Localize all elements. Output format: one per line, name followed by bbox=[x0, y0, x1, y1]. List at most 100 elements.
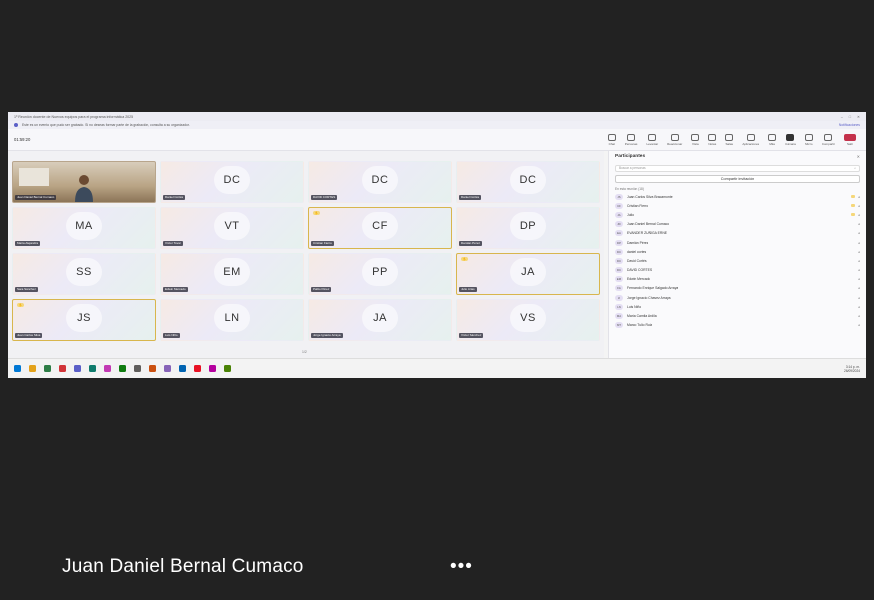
view-icon bbox=[691, 133, 700, 141]
participant-tile[interactable]: CF ✋ Cristian Fierro bbox=[308, 207, 452, 249]
maximize-icon[interactable]: □ bbox=[849, 115, 851, 119]
participant-avatar: JS bbox=[615, 193, 623, 200]
taskbar-app-icon[interactable] bbox=[179, 365, 186, 372]
taskbar-app-icon[interactable] bbox=[164, 365, 171, 372]
participant-tile[interactable]: VT Víctor Tovar bbox=[160, 207, 304, 249]
participant-tile[interactable]: DC Daniel Cortés bbox=[160, 161, 304, 203]
toolbar-button-rooms[interactable]: Salas bbox=[725, 133, 734, 146]
participant-status: ⌀ bbox=[851, 204, 860, 208]
minimize-icon[interactable]: – bbox=[841, 115, 843, 119]
participant-row[interactable]: DP Damián Pérez ⌀ bbox=[615, 238, 860, 247]
toolbar-button-chat[interactable]: Chat bbox=[607, 133, 616, 146]
participant-tile[interactable]: DP Damián Pérez bbox=[456, 207, 600, 249]
participant-status: ⌀ bbox=[858, 250, 860, 254]
participant-name: DAVID CORTES bbox=[627, 268, 653, 273]
participant-row[interactable]: JD Juan Daniel Bernal Cumaco ⌀ bbox=[615, 220, 860, 229]
participants-panel: Participantes ✕ Buscar a personas ⌕ Comp… bbox=[608, 151, 866, 358]
avatar-initials: CF bbox=[362, 212, 398, 240]
participant-tile[interactable]: JA Jorge Ignacio Arraya bbox=[308, 299, 452, 341]
participant-tile[interactable]: JA ✋ Julio Arias bbox=[456, 253, 600, 295]
taskbar-app-icon[interactable] bbox=[149, 365, 156, 372]
raised-hand-icon bbox=[851, 213, 856, 217]
taskbar-app-icon[interactable] bbox=[134, 365, 141, 372]
participant-tile[interactable]: MA María Alejandra bbox=[12, 207, 156, 249]
taskbar-app-icon[interactable] bbox=[194, 365, 201, 372]
page-indicator[interactable]: 1/2 bbox=[302, 350, 307, 354]
toolbar-button-people[interactable]: Personas bbox=[625, 133, 637, 146]
participant-tile[interactable]: SS Sara Sánchez bbox=[12, 253, 156, 295]
participant-row[interactable]: DC daniel cortes ⌀ bbox=[615, 247, 860, 256]
participant-name: Marco Tulio Ruiz bbox=[627, 323, 653, 328]
taskbar-app-icon[interactable] bbox=[104, 365, 111, 372]
participant-row[interactable]: JI Jorge Ignacio Chavez Arraya ⌀ bbox=[615, 293, 860, 302]
toolbar-label: Chat bbox=[608, 141, 615, 146]
participant-row[interactable]: CF Cristian Fierro ⌀ bbox=[615, 201, 860, 210]
participant-status: ⌀ bbox=[851, 195, 860, 199]
avatar-initials: JA bbox=[362, 304, 398, 332]
participant-row[interactable]: LN Luis Niño ⌀ bbox=[615, 302, 860, 311]
taskbar-app-icon[interactable] bbox=[29, 365, 36, 372]
participant-row[interactable]: EA EVANDER ZUÑIGA ERNE ⌀ bbox=[615, 229, 860, 238]
participant-search-input[interactable]: Buscar a personas ⌕ bbox=[615, 165, 860, 172]
toolbar-button-leave[interactable]: Salir bbox=[844, 133, 856, 146]
participant-tile[interactable]: EM Edwin Mercado bbox=[160, 253, 304, 295]
more-options-icon[interactable]: ••• bbox=[450, 556, 473, 578]
toolbar-button-notes[interactable]: Notas bbox=[708, 133, 717, 146]
participant-name: Fernando Enrique Salgado Arraya bbox=[627, 286, 679, 291]
taskbar-app-icon[interactable] bbox=[44, 365, 51, 372]
participant-name: David Cortés bbox=[627, 258, 647, 263]
toolbar-label: Reaccionar bbox=[667, 141, 683, 146]
toolbar-button-share[interactable]: Compartir bbox=[822, 133, 835, 146]
taskbar-app-icon[interactable] bbox=[89, 365, 96, 372]
participant-tile[interactable]: LN Luis Niño bbox=[160, 299, 304, 341]
taskbar-app-icon[interactable] bbox=[59, 365, 66, 372]
taskbar-app-icon[interactable] bbox=[224, 365, 231, 372]
taskbar-app-icon[interactable] bbox=[74, 365, 81, 372]
toolbar-button-hand[interactable]: Levantar bbox=[646, 133, 658, 146]
toolbar-button-more[interactable]: Más bbox=[768, 133, 777, 146]
toolbar-label: Aplicaciones bbox=[742, 141, 760, 146]
toolbar-button-mic[interactable]: Micro bbox=[804, 133, 813, 146]
participant-row[interactable]: DC David Cortés ⌀ bbox=[615, 256, 860, 265]
toolbar-button-camera[interactable]: Cámara bbox=[785, 133, 796, 146]
mic-icon bbox=[804, 133, 813, 141]
taskbar-app-icon[interactable] bbox=[209, 365, 216, 372]
participant-avatar: JD bbox=[615, 221, 623, 228]
participant-tile[interactable]: Juan Daniel Bernal Cumaco bbox=[12, 161, 156, 203]
window-controls[interactable]: – □ ✕ bbox=[841, 115, 860, 119]
chat-icon bbox=[607, 133, 616, 141]
participant-name-label: DAVID CORTES bbox=[311, 195, 338, 200]
more-icon bbox=[768, 133, 777, 141]
participant-row[interactable]: JA Julio ⌀ bbox=[615, 210, 860, 219]
participant-row[interactable]: EM Edwin Mercado ⌀ bbox=[615, 275, 860, 284]
participant-row[interactable]: JS Juan Carlos Silva Bracamonte ⌀ bbox=[615, 192, 860, 201]
participant-avatar: FA bbox=[615, 285, 623, 292]
participant-row[interactable]: MA María Camila Ardila ⌀ bbox=[615, 311, 860, 320]
participant-row[interactable]: FA Fernando Enrique Salgado Arraya ⌀ bbox=[615, 284, 860, 293]
close-panel-icon[interactable]: ✕ bbox=[857, 154, 860, 159]
participant-tile[interactable]: VS Víctor Sánchez bbox=[456, 299, 600, 341]
notice-action-link[interactable]: Notificaciones bbox=[839, 123, 860, 127]
participant-status: ⌀ bbox=[858, 241, 860, 245]
recording-notice: Este es un evento que pudo ser grabado. … bbox=[8, 121, 866, 129]
participant-status: ⌀ bbox=[858, 259, 860, 263]
participant-row[interactable]: MT Marco Tulio Ruiz ⌀ bbox=[615, 321, 860, 330]
participant-tile[interactable]: PP Pablo Pérez bbox=[308, 253, 452, 295]
participant-name: Jorge Ignacio Chavez Arraya bbox=[627, 295, 671, 300]
toolbar-button-apps[interactable]: Aplicaciones bbox=[742, 133, 760, 146]
toolbar-button-view[interactable]: Vista bbox=[691, 133, 700, 146]
participant-name-label: Luis Niño bbox=[163, 333, 180, 338]
mic-off-icon: ⌀ bbox=[858, 240, 860, 245]
taskbar-app-icon[interactable] bbox=[14, 365, 21, 372]
participant-row[interactable]: DC DAVID CORTES ⌀ bbox=[615, 266, 860, 275]
participant-avatar: JA bbox=[615, 211, 623, 218]
avatar-initials: JA bbox=[510, 258, 546, 286]
participant-status: ⌀ bbox=[858, 231, 860, 235]
taskbar-app-icon[interactable] bbox=[119, 365, 126, 372]
participant-tile[interactable]: JS ✋ Juan Carlos Silva bbox=[12, 299, 156, 341]
toolbar-button-react[interactable]: Reaccionar bbox=[667, 133, 683, 146]
participant-tile[interactable]: DC Daniel Cortés bbox=[456, 161, 600, 203]
close-icon[interactable]: ✕ bbox=[857, 115, 860, 119]
share-invite-button[interactable]: Compartir invitación bbox=[615, 175, 860, 183]
participant-tile[interactable]: DC DAVID CORTES bbox=[308, 161, 452, 203]
